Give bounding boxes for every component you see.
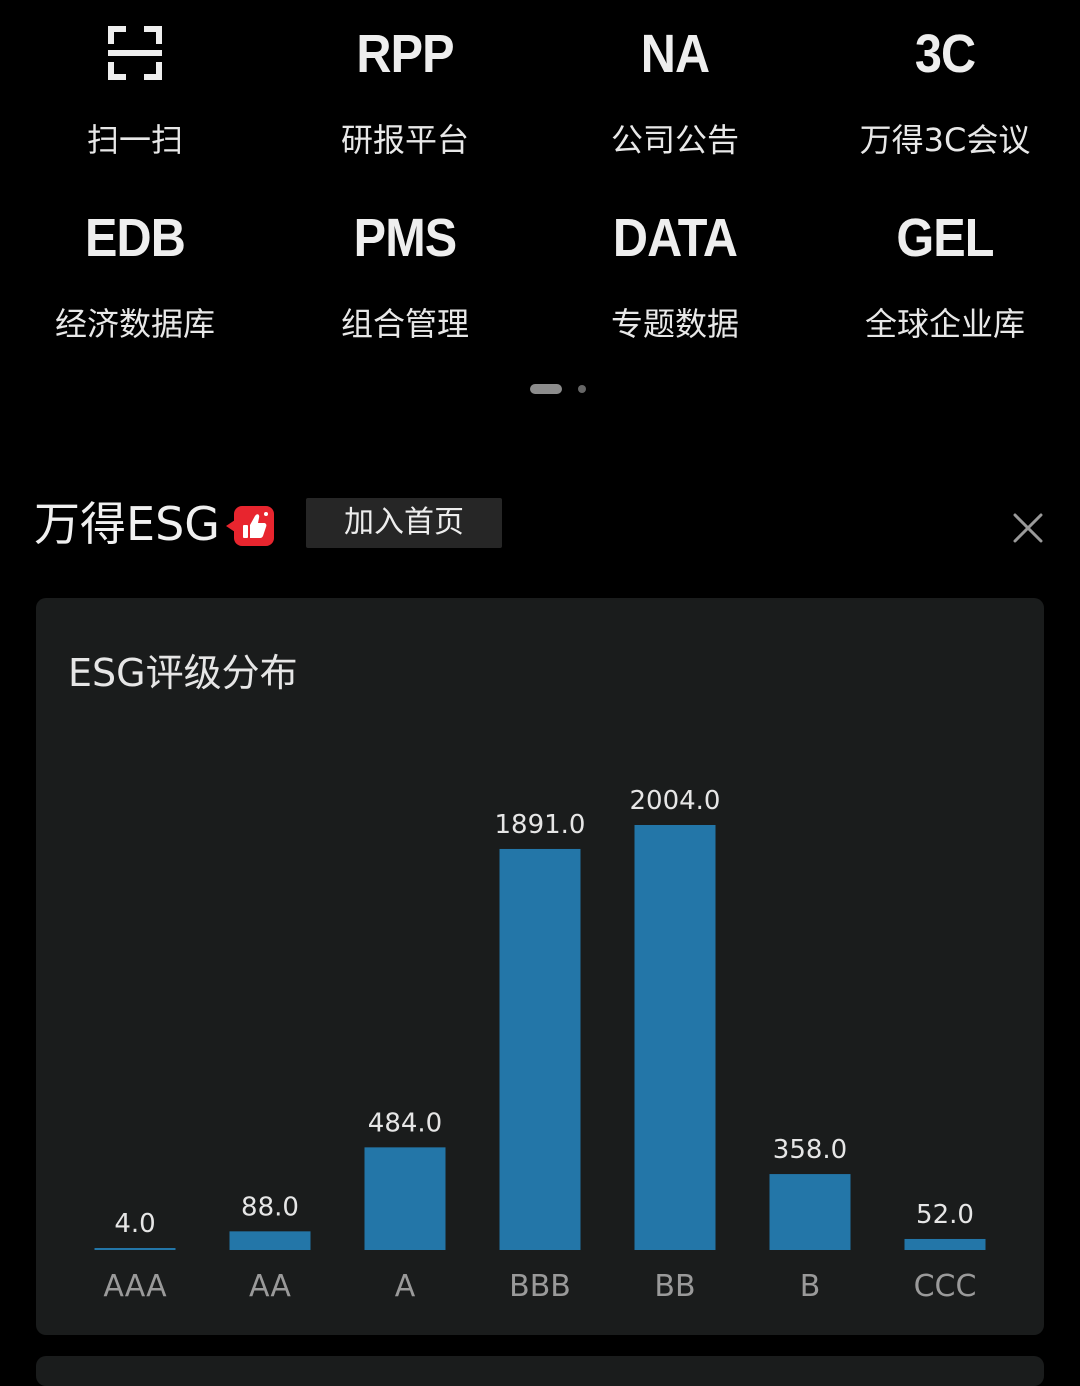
data-label: 484.0 (368, 1108, 442, 1138)
page-dot[interactable] (578, 385, 586, 393)
bar-aaa[interactable] (94, 1248, 176, 1250)
tile-label: 经济数据库 (54, 305, 215, 343)
x-tick-label: B (800, 1269, 821, 1304)
add-to-home-button[interactable]: 加入首页 (306, 498, 502, 548)
tile-scan[interactable]: 扫一扫 (0, 0, 270, 180)
bar-aa[interactable] (229, 1231, 311, 1250)
tile-label: 万得3C会议 (859, 121, 1031, 159)
thumbs-up-icon (226, 506, 274, 546)
tile-label: 扫一扫 (86, 121, 183, 159)
tile-rpp[interactable]: RPP 研报平台 (270, 0, 540, 180)
esg-rating-card: ESG评级分布 4.0 AAA 88.0 AA 484.0 A 1891.0 BBB 2004.… (36, 598, 1044, 1335)
close-icon[interactable] (1010, 510, 1046, 546)
esg-rating-bar-chart: 4.0 AAA 88.0 AA 484.0 A 1891.0 BBB 2004.0 BB 358.0… (94, 786, 986, 1304)
tile-label: 公司公告 (610, 121, 739, 159)
tile-label: 研报平台 (340, 121, 469, 159)
tile-label: 组合管理 (340, 305, 469, 343)
data-label: 88.0 (241, 1192, 299, 1222)
tile-abbr: RPP (356, 24, 454, 84)
tile-gel[interactable]: GEL 全球企业库 (810, 184, 1080, 364)
data-label: 52.0 (916, 1200, 974, 1230)
next-card (36, 1356, 1044, 1386)
tile-abbr: 3C (914, 24, 976, 84)
bar-bb[interactable] (634, 825, 716, 1250)
tile-3c[interactable]: 3C 万得3C会议 (810, 0, 1080, 180)
tile-label: 专题数据 (610, 305, 739, 343)
bar-b[interactable] (769, 1174, 851, 1250)
bar-a[interactable] (364, 1147, 446, 1250)
tile-abbr: PMS (353, 208, 458, 268)
x-tick-label: A (395, 1269, 416, 1304)
tile-pms[interactable]: PMS 组合管理 (270, 184, 540, 364)
tile-abbr: GEL (896, 208, 994, 268)
page-dot-active[interactable] (530, 384, 562, 394)
section-title: 万得ESG (34, 497, 220, 551)
x-tick-label: BB (654, 1269, 695, 1304)
scan-icon (108, 26, 162, 80)
data-label: 358.0 (773, 1135, 847, 1165)
tile-edb[interactable]: EDB 经济数据库 (0, 184, 270, 364)
tile-abbr: NA (640, 24, 710, 84)
tile-data[interactable]: DATA 专题数据 (540, 184, 810, 364)
x-tick-label: AA (249, 1269, 291, 1304)
bar-ccc[interactable] (904, 1238, 986, 1250)
tile-abbr: EDB (85, 208, 186, 268)
tile-na[interactable]: NA 公司公告 (540, 0, 810, 180)
data-label: 4.0 (114, 1209, 155, 1239)
bar-bbb[interactable] (499, 848, 581, 1250)
data-label: 1891.0 (495, 810, 586, 840)
tile-abbr: DATA (612, 208, 738, 268)
data-label: 2004.0 (630, 786, 721, 816)
tile-label: 全球企业库 (864, 305, 1025, 343)
x-tick-label: CCC (914, 1269, 977, 1304)
x-tick-label: AAA (103, 1269, 167, 1304)
x-tick-label: BBB (509, 1269, 571, 1304)
